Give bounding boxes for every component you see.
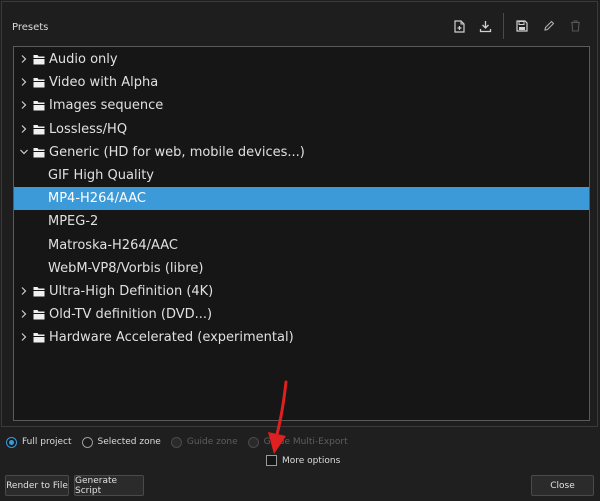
presets-title: Presets: [12, 22, 49, 33]
chevron-right-icon[interactable]: [19, 54, 29, 64]
tree-item-label: Images sequence: [49, 98, 164, 114]
chevron-down-icon[interactable]: [19, 147, 29, 157]
tree-preset-item[interactable]: MP4-H264/AAC: [14, 187, 589, 211]
radio-indicator: [81, 436, 93, 448]
tree-item-label: Ultra-High Definition (4K): [49, 284, 214, 299]
chevron-right-icon[interactable]: [19, 332, 29, 342]
close-button[interactable]: Close: [531, 475, 594, 496]
generate-script-button[interactable]: Generate Script: [74, 475, 144, 496]
tree-group-item[interactable]: Generic (HD for web, mobile devices...): [14, 141, 589, 164]
tree-item-label: Lossless/HQ: [49, 121, 128, 137]
chevron-right-icon[interactable]: [19, 124, 29, 134]
annotation-arrow: [268, 380, 288, 454]
tree-item-label: MP4-H264/AAC: [48, 191, 146, 207]
tree-preset-item[interactable]: WebM-VP8/Vorbis (libre): [14, 257, 589, 280]
folder-icon: [33, 147, 45, 158]
render-range-group: Full project Selected zone Guide zone Gu…: [6, 434, 358, 450]
presets-tree[interactable]: Audio only Video with Alpha Images sequenc…: [13, 46, 590, 421]
tree-item-label: WebM-VP8/Vorbis (libre): [48, 260, 204, 276]
tree-item-label: Matroska-H264/AAC: [48, 237, 178, 253]
tree-preset-item[interactable]: MPEG-2: [14, 210, 589, 233]
presets-toolbar: [445, 13, 589, 39]
new-preset-icon[interactable]: [445, 14, 472, 38]
tree-item-label: GIF High Quality: [48, 168, 154, 183]
chevron-right-icon[interactable]: [19, 286, 29, 296]
radio-indicator: [247, 436, 259, 448]
tree-group-item[interactable]: Images sequence: [14, 94, 589, 117]
tree-group-item[interactable]: Video with Alpha: [14, 71, 589, 94]
folder-icon: [33, 333, 45, 343]
toolbar-separator: [503, 13, 504, 39]
folder-icon: [33, 101, 45, 111]
radio-guide-zone[interactable]: Guide zone: [170, 436, 238, 448]
radio-full-project[interactable]: Full project: [6, 436, 72, 448]
folder-icon: [33, 55, 45, 65]
tree-group-item[interactable]: Hardware Accelerated (experimental): [14, 326, 589, 349]
tree-item-label: Hardware Accelerated (experimental): [49, 330, 294, 346]
tree-item-label: Generic (HD for web, mobile devices...): [49, 144, 305, 160]
edit-preset-icon[interactable]: [535, 14, 562, 38]
tree-group-item[interactable]: Audio only: [14, 48, 589, 71]
folder-icon: [33, 310, 45, 320]
save-preset-icon[interactable]: [508, 14, 535, 38]
tree-item-label: Old-TV definition (DVD...): [49, 307, 213, 323]
presets-panel: Presets Audio only Video with Alpha Images…: [1, 1, 598, 427]
tree-item-label: Audio only: [49, 52, 118, 67]
folder-icon: [33, 287, 45, 297]
folder-icon: [33, 78, 45, 88]
tree-group-item[interactable]: Old-TV definition (DVD...): [14, 303, 589, 326]
chevron-right-icon[interactable]: [19, 100, 29, 110]
tree-preset-item[interactable]: Matroska-H264/AAC: [14, 234, 589, 257]
tree-item-label: MPEG-2: [48, 214, 99, 230]
tree-preset-item[interactable]: GIF High Quality: [14, 164, 589, 187]
delete-preset-icon[interactable]: [562, 14, 589, 38]
render-to-file-button[interactable]: Render to File: [5, 475, 69, 496]
radio-indicator: [170, 436, 182, 448]
tree-group-item[interactable]: Ultra-High Definition (4K): [14, 280, 589, 303]
chevron-right-icon[interactable]: [19, 77, 29, 87]
tree-group-item[interactable]: Lossless/HQ: [14, 118, 589, 141]
chevron-right-icon[interactable]: [19, 309, 29, 319]
tree-item-label: Video with Alpha: [49, 75, 159, 91]
folder-icon: [33, 124, 45, 135]
download-preset-icon[interactable]: [472, 14, 499, 38]
radio-indicator: [6, 436, 17, 448]
radio-selected-zone[interactable]: Selected zone: [81, 436, 161, 448]
